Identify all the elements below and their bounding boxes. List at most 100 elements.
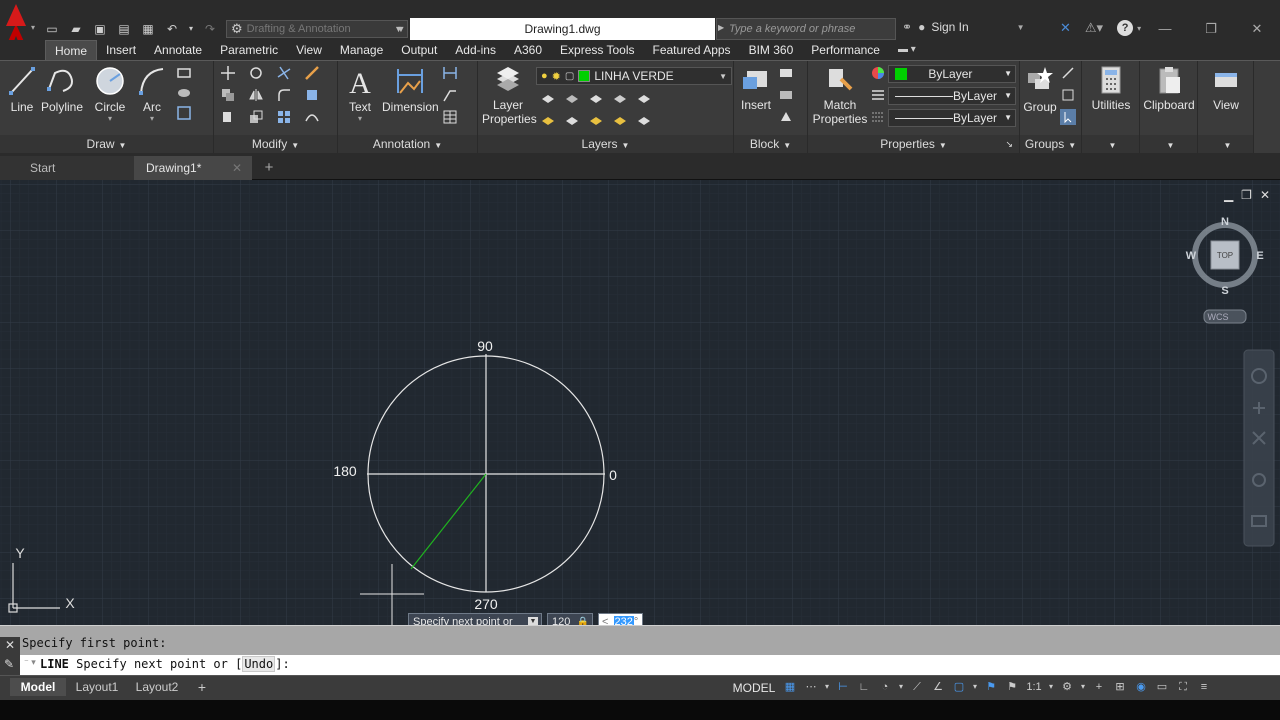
- redo-icon[interactable]: ↷: [202, 22, 218, 36]
- clean-screen-icon[interactable]: ⛶: [1175, 679, 1191, 695]
- undo-dropdown-icon[interactable]: ▾: [188, 22, 194, 36]
- tab-output[interactable]: Output: [392, 40, 446, 60]
- attribute-icon[interactable]: [778, 109, 794, 125]
- search-input[interactable]: Type a keyword or phrase: [716, 18, 896, 40]
- groups-panel-label[interactable]: Groups ▼: [1020, 135, 1081, 154]
- tab-home[interactable]: Home: [45, 40, 98, 60]
- create-block-icon[interactable]: [778, 65, 794, 81]
- group-edit-icon[interactable]: [1060, 87, 1076, 103]
- layer-properties-button[interactable]: Layer Properties: [482, 65, 537, 126]
- insert-button[interactable]: Insert: [736, 65, 776, 112]
- ribbon-minimize-toggle[interactable]: ▬ ▾: [889, 40, 925, 60]
- close-command-line-icon[interactable]: ✕: [5, 638, 15, 652]
- layer-off-icon[interactable]: [540, 91, 556, 107]
- restore-icon[interactable]: ❐: [1188, 18, 1234, 40]
- annotation-scale-label[interactable]: 1:1: [1025, 679, 1043, 695]
- layer-unlock-icon[interactable]: [612, 113, 628, 129]
- tab-annotate[interactable]: Annotate: [145, 40, 211, 60]
- utilities-panel-label[interactable]: ▼: [1082, 135, 1139, 154]
- autoscale-icon[interactable]: ⚑: [1004, 679, 1020, 695]
- ortho-icon[interactable]: ∟: [856, 679, 872, 695]
- tab-express-tools[interactable]: Express Tools: [551, 40, 643, 60]
- object-snap-tracking-icon[interactable]: ∠: [930, 679, 946, 695]
- layer-isolate-icon[interactable]: [564, 91, 580, 107]
- chevron-down-icon[interactable]: ▾: [90, 114, 130, 123]
- isolate-objects-icon[interactable]: ◉: [1133, 679, 1149, 695]
- snap-dropdown-icon[interactable]: ▾: [824, 679, 830, 695]
- exchange-apps-icon[interactable]: ✕: [1060, 20, 1071, 36]
- compass-west-label[interactable]: W: [1186, 250, 1197, 262]
- group-button[interactable]: Group: [1022, 65, 1058, 114]
- linetype-dropdown[interactable]: ByLayer ▼: [888, 87, 1016, 105]
- scale-icon[interactable]: [248, 109, 264, 125]
- copy-icon[interactable]: [220, 87, 236, 103]
- layer-dropdown[interactable]: ● ✹ ▢ LINHA VERDE ▼: [536, 67, 732, 85]
- clipboard-panel-label[interactable]: ▼: [1140, 135, 1197, 154]
- layer-lock-icon[interactable]: [612, 91, 628, 107]
- viewport-restore-icon[interactable]: ❐: [1241, 188, 1252, 202]
- dimension-button[interactable]: Dimension: [382, 65, 439, 114]
- tab-start[interactable]: Start: [0, 156, 134, 180]
- layout-tab-layout1[interactable]: Layout1: [70, 678, 124, 696]
- properties-panel-label[interactable]: Properties ▼ ↘: [808, 135, 1019, 154]
- layer-match-icon[interactable]: [636, 91, 652, 107]
- a360-icon[interactable]: ⚠▾: [1085, 20, 1103, 36]
- customization-icon[interactable]: ≡: [1196, 679, 1212, 695]
- layer-make-current-icon[interactable]: [636, 113, 652, 129]
- lineweight-dropdown[interactable]: ByLayer ▼: [888, 109, 1016, 127]
- annotation-panel-label[interactable]: Annotation ▼: [338, 135, 477, 154]
- undo-icon[interactable]: ↶: [164, 22, 180, 36]
- object-snap-icon[interactable]: ▢: [951, 679, 967, 695]
- view-panel-label[interactable]: ▼: [1198, 135, 1253, 154]
- text-button[interactable]: A Text ▾: [344, 65, 376, 123]
- hatch-icon[interactable]: [176, 85, 192, 101]
- drawing-area[interactable]: 90 180 0 270 Y X TOP N S E W WCS ▁ ❐ ✕: [0, 180, 1280, 625]
- array-icon[interactable]: [276, 109, 292, 125]
- tab-insert[interactable]: Insert: [97, 40, 145, 60]
- tab-bim-360[interactable]: BIM 360: [740, 40, 803, 60]
- polar-tracking-icon[interactable]: ◔: [877, 679, 893, 695]
- rectangle-icon[interactable]: [176, 65, 192, 81]
- chevron-down-icon[interactable]: ▾: [136, 114, 168, 123]
- layout-tab-model[interactable]: Model: [10, 678, 66, 696]
- panel-launcher-icon[interactable]: ↘: [1005, 135, 1013, 154]
- scale-dropdown-icon[interactable]: ▾: [1048, 679, 1054, 695]
- viewport-close-icon[interactable]: ✕: [1260, 188, 1270, 202]
- mirror-icon[interactable]: [248, 87, 264, 103]
- layer-thaw-icon[interactable]: [588, 113, 604, 129]
- grid-icon[interactable]: ▦: [782, 679, 798, 695]
- color-dropdown[interactable]: ByLayer ▼: [888, 65, 1016, 83]
- boundary-icon[interactable]: [176, 105, 192, 121]
- clipboard-button[interactable]: Clipboard: [1140, 65, 1198, 112]
- layout-tab-layout2[interactable]: Layout2: [130, 678, 184, 696]
- add-layout-button[interactable]: +: [192, 678, 212, 696]
- view-button[interactable]: View: [1202, 65, 1250, 112]
- tab-a360[interactable]: A360: [505, 40, 551, 60]
- tab-drawing1[interactable]: Drawing1* ✕: [134, 156, 252, 180]
- layer-freeze-icon[interactable]: [588, 91, 604, 107]
- command-line[interactable]: ⁻ ▾ LINE Specify next point or [Undo]:: [0, 655, 1280, 675]
- erase-icon[interactable]: [304, 65, 320, 81]
- block-panel-label[interactable]: Block ▼: [734, 135, 807, 154]
- workspace-dropdown-icon[interactable]: ▾: [1080, 679, 1086, 695]
- print-icon[interactable]: ▦: [140, 22, 156, 36]
- help-dropdown-icon[interactable]: ▾: [1137, 24, 1141, 33]
- workspace-dropdown-button[interactable]: ▼: [394, 20, 408, 38]
- group-selection-icon[interactable]: [1060, 109, 1076, 125]
- tab-performance[interactable]: Performance: [802, 40, 889, 60]
- save-as-icon[interactable]: ▤: [116, 22, 132, 36]
- compass-east-label[interactable]: E: [1256, 250, 1263, 262]
- chevron-down-icon[interactable]: ▾: [344, 114, 376, 123]
- explode-icon[interactable]: [304, 87, 320, 103]
- ungroup-icon[interactable]: [1060, 65, 1076, 81]
- object-snap-dropdown-icon[interactable]: ▾: [972, 679, 978, 695]
- circle-button[interactable]: Circle ▾: [90, 65, 130, 123]
- draw-panel-label[interactable]: Draw ▼: [0, 135, 213, 154]
- minimize-icon[interactable]: —: [1142, 18, 1188, 40]
- tab-add-ins[interactable]: Add-ins: [446, 40, 505, 60]
- navigation-bar[interactable]: [1243, 349, 1275, 547]
- isodraft-icon[interactable]: ⟋: [909, 679, 925, 695]
- arc-button[interactable]: Arc ▾: [136, 65, 168, 123]
- edit-block-icon[interactable]: [778, 87, 794, 103]
- modify-panel-label[interactable]: Modify ▼: [214, 135, 337, 154]
